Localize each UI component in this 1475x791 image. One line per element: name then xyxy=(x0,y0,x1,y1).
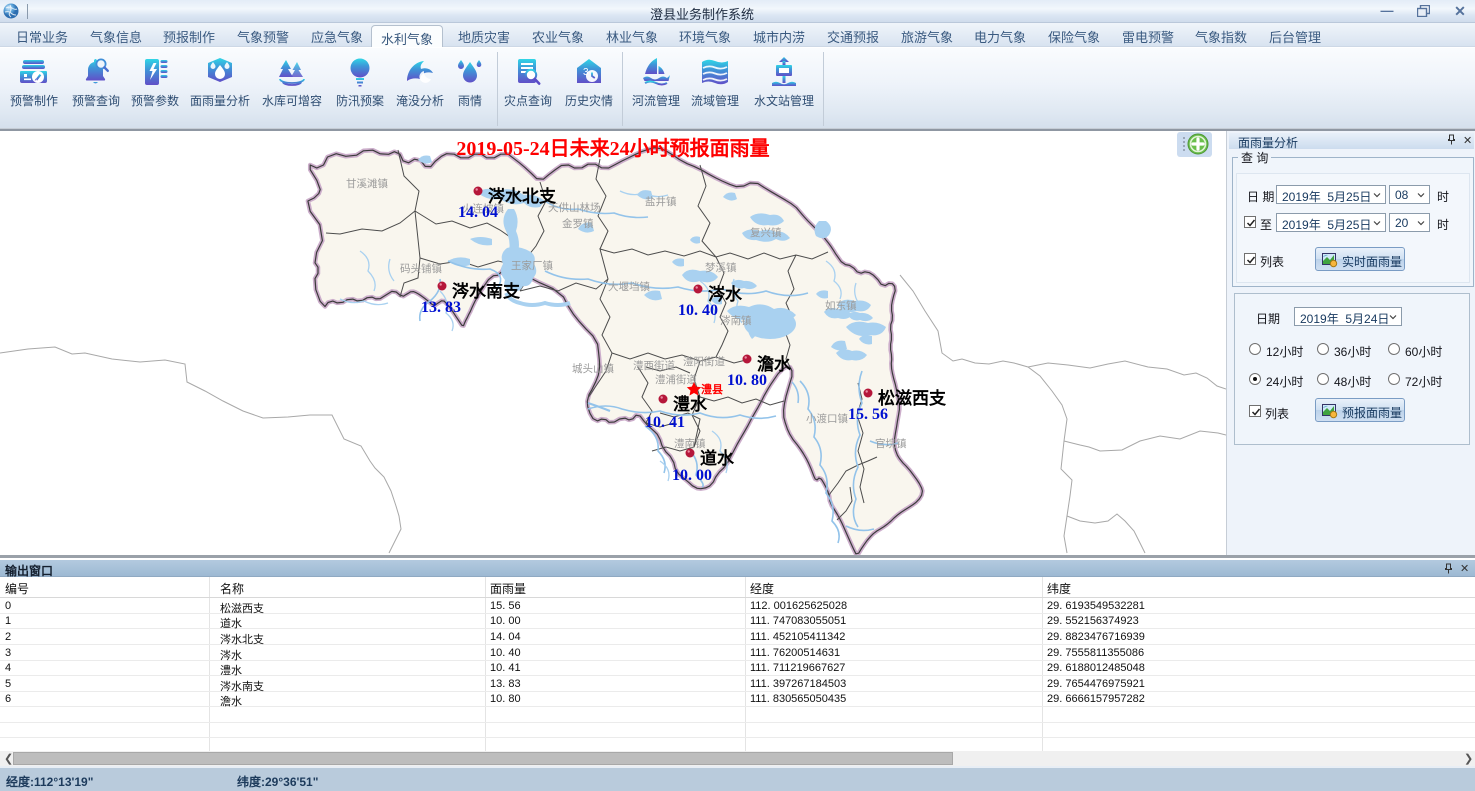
svg-text:14. 04: 14. 04 xyxy=(458,204,498,221)
svg-text:涔南镇: 涔南镇 xyxy=(720,314,752,327)
svg-text:松滋西支: 松滋西支 xyxy=(878,388,947,408)
svg-text:涔水: 涔水 xyxy=(708,284,743,304)
svg-text:澧浦街道: 澧浦街道 xyxy=(655,373,697,386)
svg-text:澹水: 澹水 xyxy=(757,354,792,374)
svg-text:城头山镇: 城头山镇 xyxy=(572,362,614,375)
svg-text:10. 80: 10. 80 xyxy=(727,372,767,389)
svg-text:澧西街道: 澧西街道 xyxy=(633,359,675,372)
svg-text:王家厂镇: 王家厂镇 xyxy=(511,259,553,272)
svg-text:澧阳街道: 澧阳街道 xyxy=(683,355,725,368)
svg-text:13. 83: 13. 83 xyxy=(421,299,461,316)
svg-text:如东镇: 如东镇 xyxy=(825,299,857,312)
svg-text:涔水北支: 涔水北支 xyxy=(488,186,557,206)
svg-text:10. 41: 10. 41 xyxy=(645,414,685,431)
svg-text:大堰垱镇: 大堰垱镇 xyxy=(608,280,650,293)
svg-text:澧县: 澧县 xyxy=(701,382,723,396)
svg-text:码头铺镇: 码头铺镇 xyxy=(400,262,442,275)
svg-text:甘溪滩镇: 甘溪滩镇 xyxy=(346,177,388,190)
svg-text:10. 40: 10. 40 xyxy=(678,302,718,319)
svg-text:小渡口镇: 小渡口镇 xyxy=(806,412,848,425)
svg-text:10. 00: 10. 00 xyxy=(672,467,712,484)
svg-text:复兴镇: 复兴镇 xyxy=(750,226,782,239)
svg-text:官垸镇: 官垸镇 xyxy=(875,437,907,450)
svg-text:涔水南支: 涔水南支 xyxy=(452,281,521,301)
svg-text:15. 56: 15. 56 xyxy=(848,406,888,423)
svg-text:澧水: 澧水 xyxy=(673,394,708,414)
svg-text:道水: 道水 xyxy=(700,448,735,468)
svg-text:盐井镇: 盐井镇 xyxy=(645,195,677,208)
svg-text:金罗镇: 金罗镇 xyxy=(562,217,594,230)
svg-text:梦溪镇: 梦溪镇 xyxy=(705,261,737,274)
